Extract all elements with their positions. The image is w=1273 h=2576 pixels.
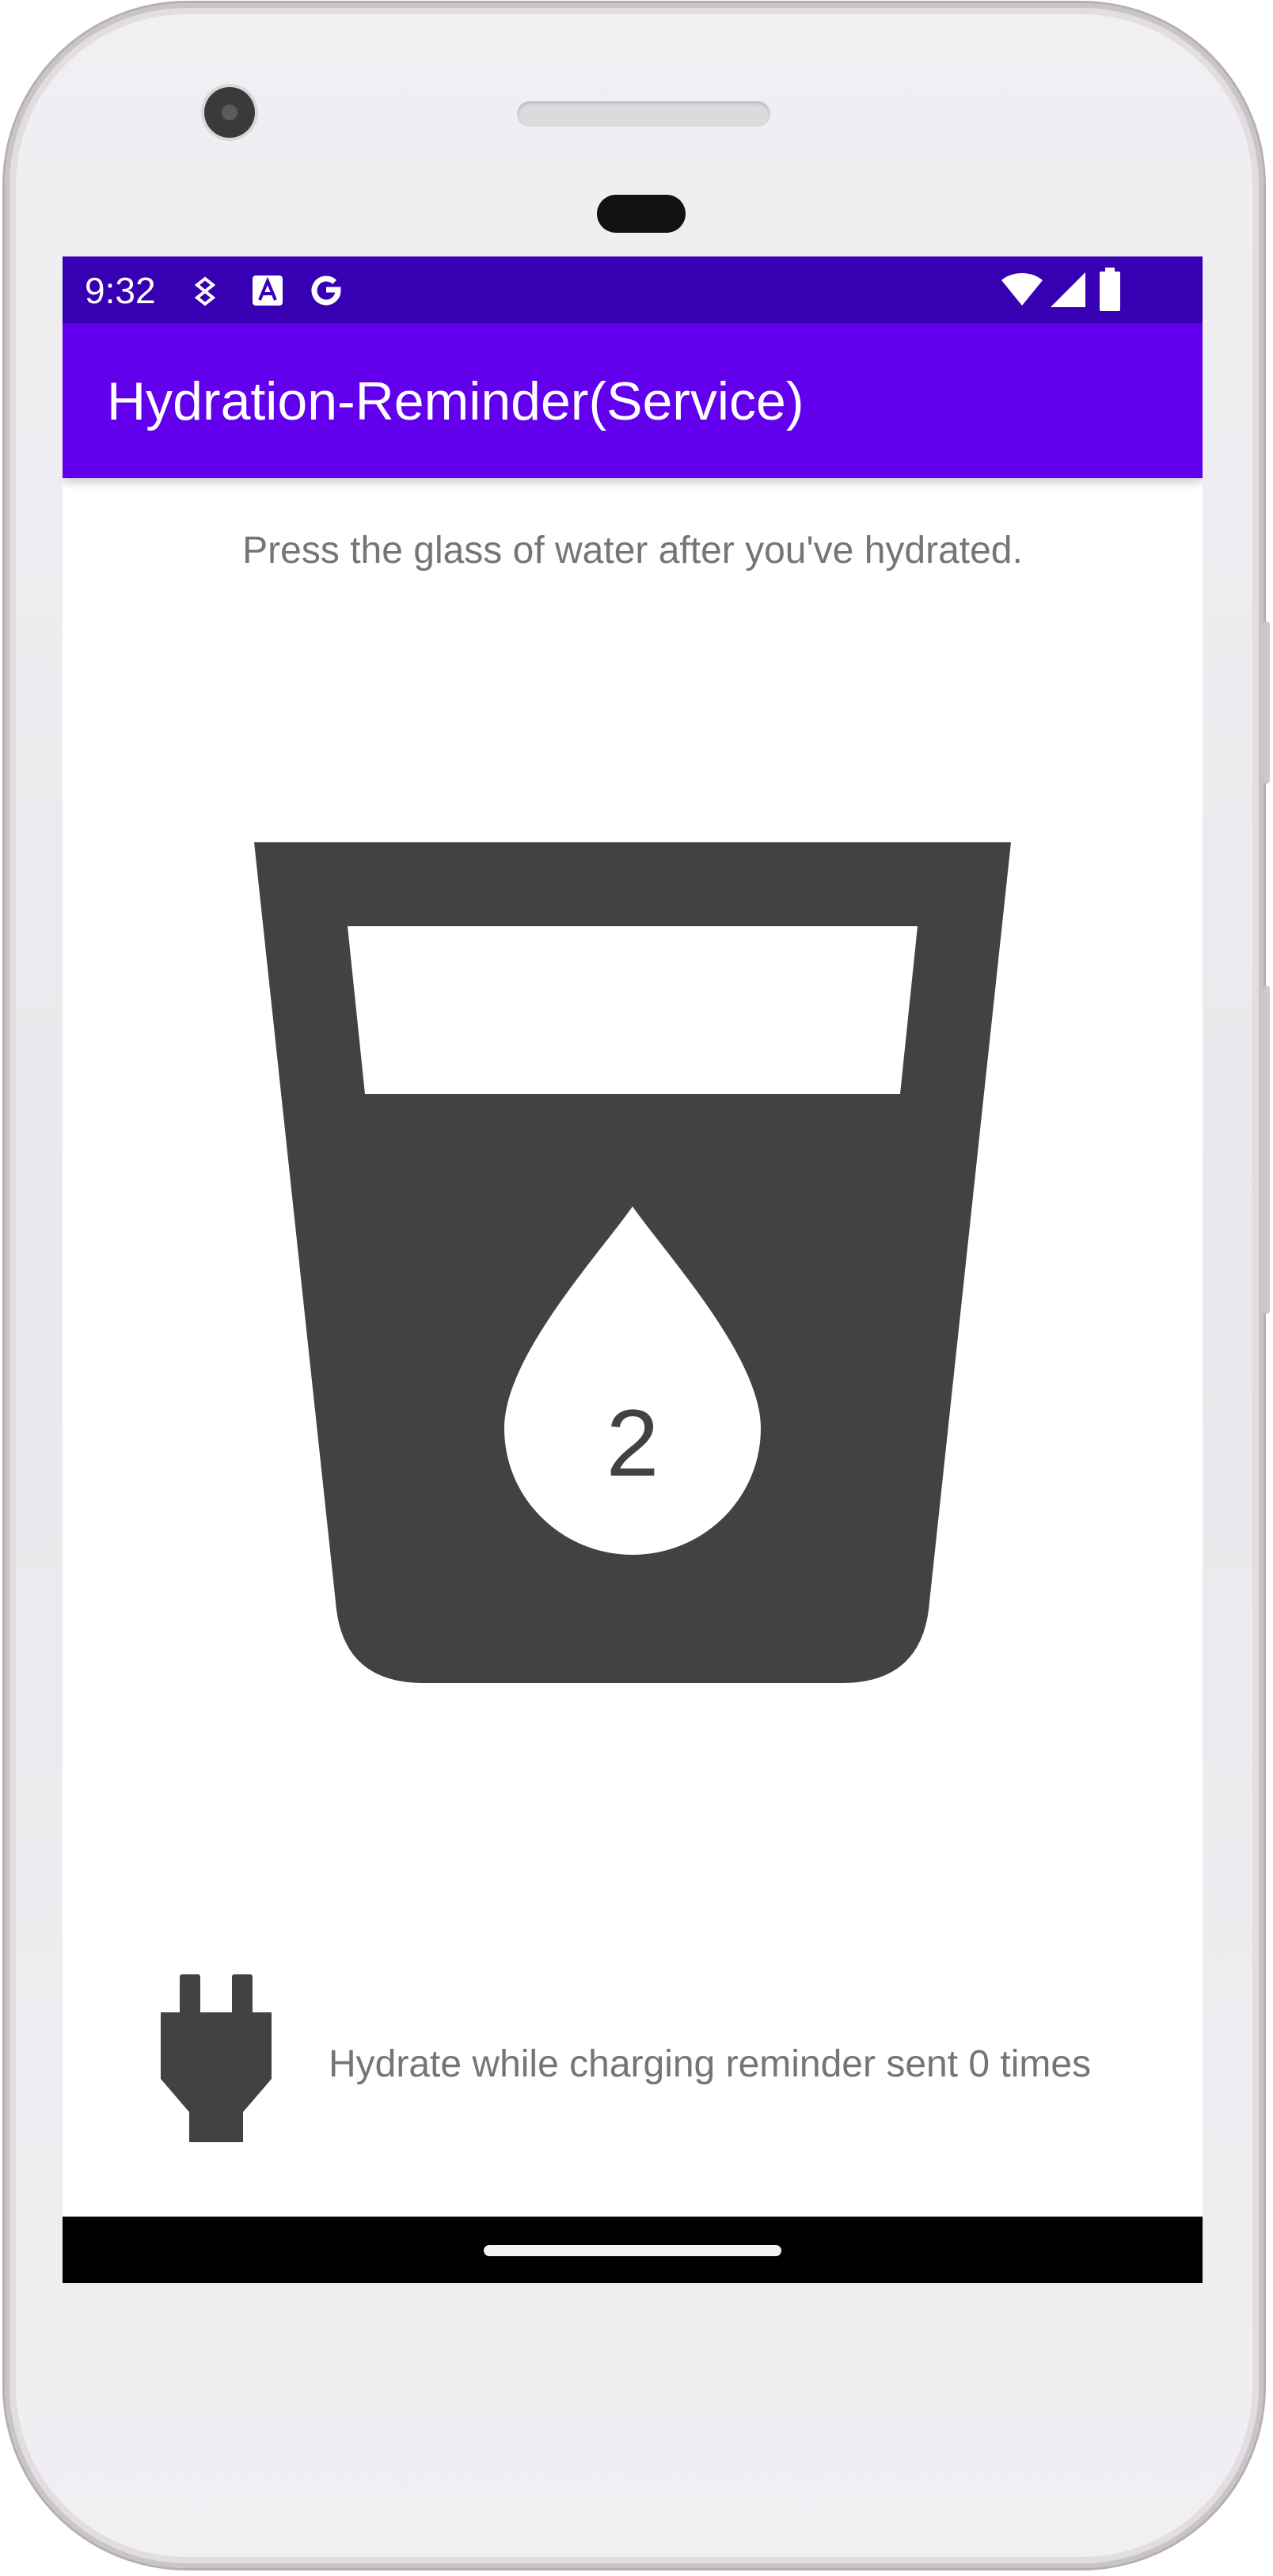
front-camera [204, 87, 255, 138]
status-bar: 9:32 [63, 256, 1203, 323]
app-bar: Hydration-Reminder(Service) [63, 323, 1203, 478]
water-glass-button[interactable] [254, 842, 1011, 1683]
navigation-bar [63, 2217, 1203, 2283]
volume-button [1264, 621, 1270, 784]
water-glass-icon [254, 842, 1011, 1683]
earpiece-speaker [517, 101, 770, 127]
battery-icon [1098, 268, 1122, 315]
status-time: 9:32 [85, 270, 156, 311]
instruction-text: Press the glass of water after you've hy… [242, 530, 1023, 572]
screen: 9:32 Hydration-Reminder(Service) Press t… [63, 256, 1203, 2283]
text-a-icon [251, 274, 284, 310]
pinwheel-icon [189, 274, 221, 312]
charging-reminder-row: Hydrate while charging reminder sent 0 t… [63, 1974, 1203, 2149]
google-g-icon [306, 271, 346, 313]
power-plug-icon [161, 1974, 272, 2145]
proximity-sensor [597, 195, 686, 233]
cell-signal-icon [1049, 271, 1087, 312]
home-indicator[interactable] [484, 2245, 781, 2256]
charging-reminder-text: Hydrate while charging reminder sent 0 t… [329, 2043, 1092, 2085]
power-button [1264, 986, 1270, 1314]
wifi-icon [1000, 271, 1044, 312]
app-title: Hydration-Reminder(Service) [107, 371, 804, 431]
